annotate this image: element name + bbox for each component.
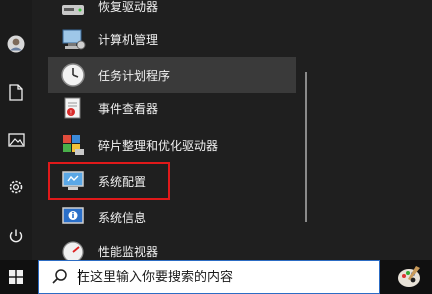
pictures-icon[interactable] [0,124,32,156]
taskbar-search-box[interactable] [38,260,380,294]
paint-app-icon[interactable] [396,264,422,290]
windows-logo-icon [9,270,23,284]
start-menu-app-list: 恢复驱动器 计算机管理 任务计划程序 ! 事件查看器 碎片整理和优化驱动器 系统… [32,0,304,263]
system-info-icon [60,204,86,230]
documents-icon[interactable] [0,76,32,108]
search-input[interactable] [77,269,367,285]
task-scheduler-icon [60,62,86,88]
menu-item-defragment[interactable]: 碎片整理和优化驱动器 [48,127,296,163]
start-left-rail [0,0,32,294]
menu-item-label: 恢复驱动器 [98,0,159,14]
power-icon[interactable] [0,220,32,252]
menu-item-label: 系统信息 [98,210,147,225]
menu-item-label: 事件查看器 [98,101,159,116]
text-caret [79,269,80,285]
svg-text:!: ! [70,110,72,117]
defragment-icon [60,132,86,158]
menu-item-event-viewer[interactable]: ! 事件查看器 [48,90,296,126]
recovery-drive-icon [60,0,86,19]
menu-item-label: 碎片整理和优化驱动器 [98,138,219,153]
menu-item-label: 性能监视器 [98,244,159,259]
settings-gear-icon[interactable] [0,171,32,203]
windows-start-button[interactable] [0,260,32,294]
highlight-box-system-config [48,162,170,200]
menu-item-label: 任务计划程序 [98,68,171,83]
menu-scrollbar[interactable] [305,72,307,222]
menu-item-computer-management[interactable]: 计算机管理 [48,21,296,57]
user-avatar-icon[interactable] [0,28,32,60]
computer-management-icon [60,26,86,52]
menu-item-system-info[interactable]: 系统信息 [48,199,296,235]
search-icon [51,268,69,286]
event-viewer-icon: ! [60,95,86,121]
menu-item-label: 计算机管理 [98,32,159,47]
menu-item-task-scheduler[interactable]: 任务计划程序 [48,57,296,93]
